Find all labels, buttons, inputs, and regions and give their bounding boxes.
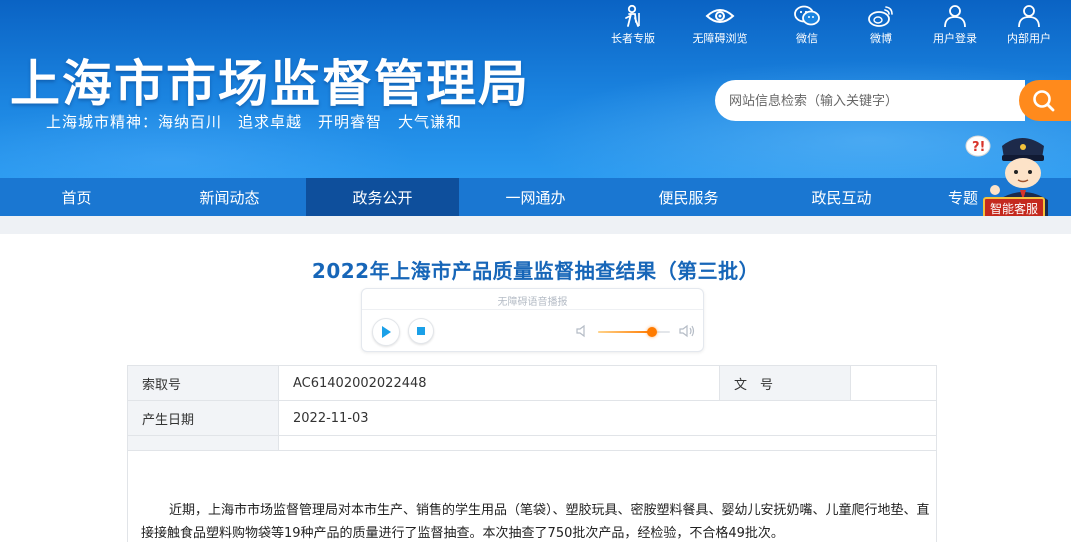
volume-slider-handle[interactable] <box>647 327 657 337</box>
top-link-internal[interactable]: 内部用户 <box>992 4 1066 46</box>
article-paragraph: 近期，上海市市场监督管理局对本市生产、销售的学生用品（笔袋）、塑胶玩具、密胺塑料… <box>141 503 930 541</box>
article-body: 近期，上海市市场监督管理局对本市生产、销售的学生用品（笔袋）、塑胶玩具、密胺塑料… <box>127 451 937 542</box>
table-row: 索取号 AC61402002022448 文 号 <box>128 366 936 401</box>
audio-divider <box>362 309 703 310</box>
top-link-label: 微博 <box>870 32 892 45</box>
top-link-wechat[interactable]: 微信 <box>770 4 844 46</box>
nav-item-public-services[interactable]: 便民服务 <box>612 178 765 216</box>
top-link-login[interactable]: 用户登录 <box>918 4 992 46</box>
search-input[interactable] <box>729 90 1019 112</box>
table-row: 产生日期 2022-11-03 <box>128 401 936 436</box>
stop-icon <box>417 327 425 335</box>
audio-player: 无障碍语音播报 <box>361 288 704 352</box>
nav-item-home[interactable]: 首页 <box>0 178 153 216</box>
top-link-label: 用户登录 <box>933 32 977 45</box>
meta-value-index: AC61402002022448 <box>279 366 720 400</box>
meta-key-empty <box>128 436 279 450</box>
page: 上海市市场监督管理局 上海城市精神：海纳百川 追求卓越 开明睿智 大气谦和 长者… <box>0 0 1071 542</box>
nav-item-interaction[interactable]: 政民互动 <box>765 178 918 216</box>
nav-item-online-services[interactable]: 一网通办 <box>459 178 612 216</box>
svg-text:?!: ?! <box>972 140 985 155</box>
elder-icon <box>625 4 640 27</box>
top-link-label: 内部用户 <box>1007 32 1051 45</box>
play-icon <box>382 326 391 338</box>
top-link-elder[interactable]: 长者专版 <box>596 4 670 46</box>
document-meta-table: 索取号 AC61402002022448 文 号 产生日期 2022-11-03 <box>127 365 937 451</box>
weibo-icon <box>868 6 893 27</box>
meta-key-date: 产生日期 <box>128 401 279 435</box>
main-nav: 首页 新闻动态 政务公开 一网通办 便民服务 政民互动 专题 <box>0 178 1071 216</box>
top-link-label: 微信 <box>796 32 818 45</box>
top-link-label: 长者专版 <box>611 32 655 45</box>
top-links: 长者专版 无障碍浏览 微信 微博 用户登录 内部用户 <box>596 4 1071 46</box>
eye-icon <box>705 9 735 23</box>
meta-value-doc-number <box>851 366 936 400</box>
top-link-weibo[interactable]: 微博 <box>844 4 918 46</box>
meta-value-empty <box>279 436 936 450</box>
meta-key-doc-number: 文 号 <box>720 366 851 400</box>
table-row <box>128 436 936 451</box>
user-icon <box>944 5 966 28</box>
search-box <box>715 80 1025 121</box>
play-button[interactable] <box>372 318 400 346</box>
site-title[interactable]: 上海市市场监督管理局 <box>10 44 530 116</box>
meta-key-index: 索取号 <box>128 366 279 400</box>
audio-player-label: 无障碍语音播报 <box>497 297 568 308</box>
search-button[interactable] <box>1019 80 1071 121</box>
volume-slider-fill <box>598 331 652 333</box>
nav-item-news[interactable]: 新闻动态 <box>153 178 306 216</box>
city-slogan: 上海城市精神：海纳百川 追求卓越 开明睿智 大气谦和 <box>46 113 463 131</box>
content-top-band <box>0 216 1071 234</box>
top-link-accessibility[interactable]: 无障碍浏览 <box>670 4 770 46</box>
nav-item-gov-affairs[interactable]: 政务公开 <box>306 178 459 216</box>
meta-value-date: 2022-11-03 <box>293 410 369 426</box>
volume-slider[interactable] <box>598 327 670 337</box>
article-title: 2022年上海市产品质量监督抽查结果（第三批） <box>311 259 760 283</box>
wechat-icon <box>794 5 820 26</box>
top-link-label: 无障碍浏览 <box>692 32 748 45</box>
stop-button[interactable] <box>408 318 434 344</box>
volume-high-icon[interactable] <box>679 324 695 338</box>
user-icon <box>1018 5 1040 28</box>
volume-low-icon[interactable] <box>575 324 589 338</box>
search-icon <box>1033 89 1055 111</box>
site-header: 上海市市场监督管理局 上海城市精神：海纳百川 追求卓越 开明睿智 大气谦和 长者… <box>0 0 1071 178</box>
